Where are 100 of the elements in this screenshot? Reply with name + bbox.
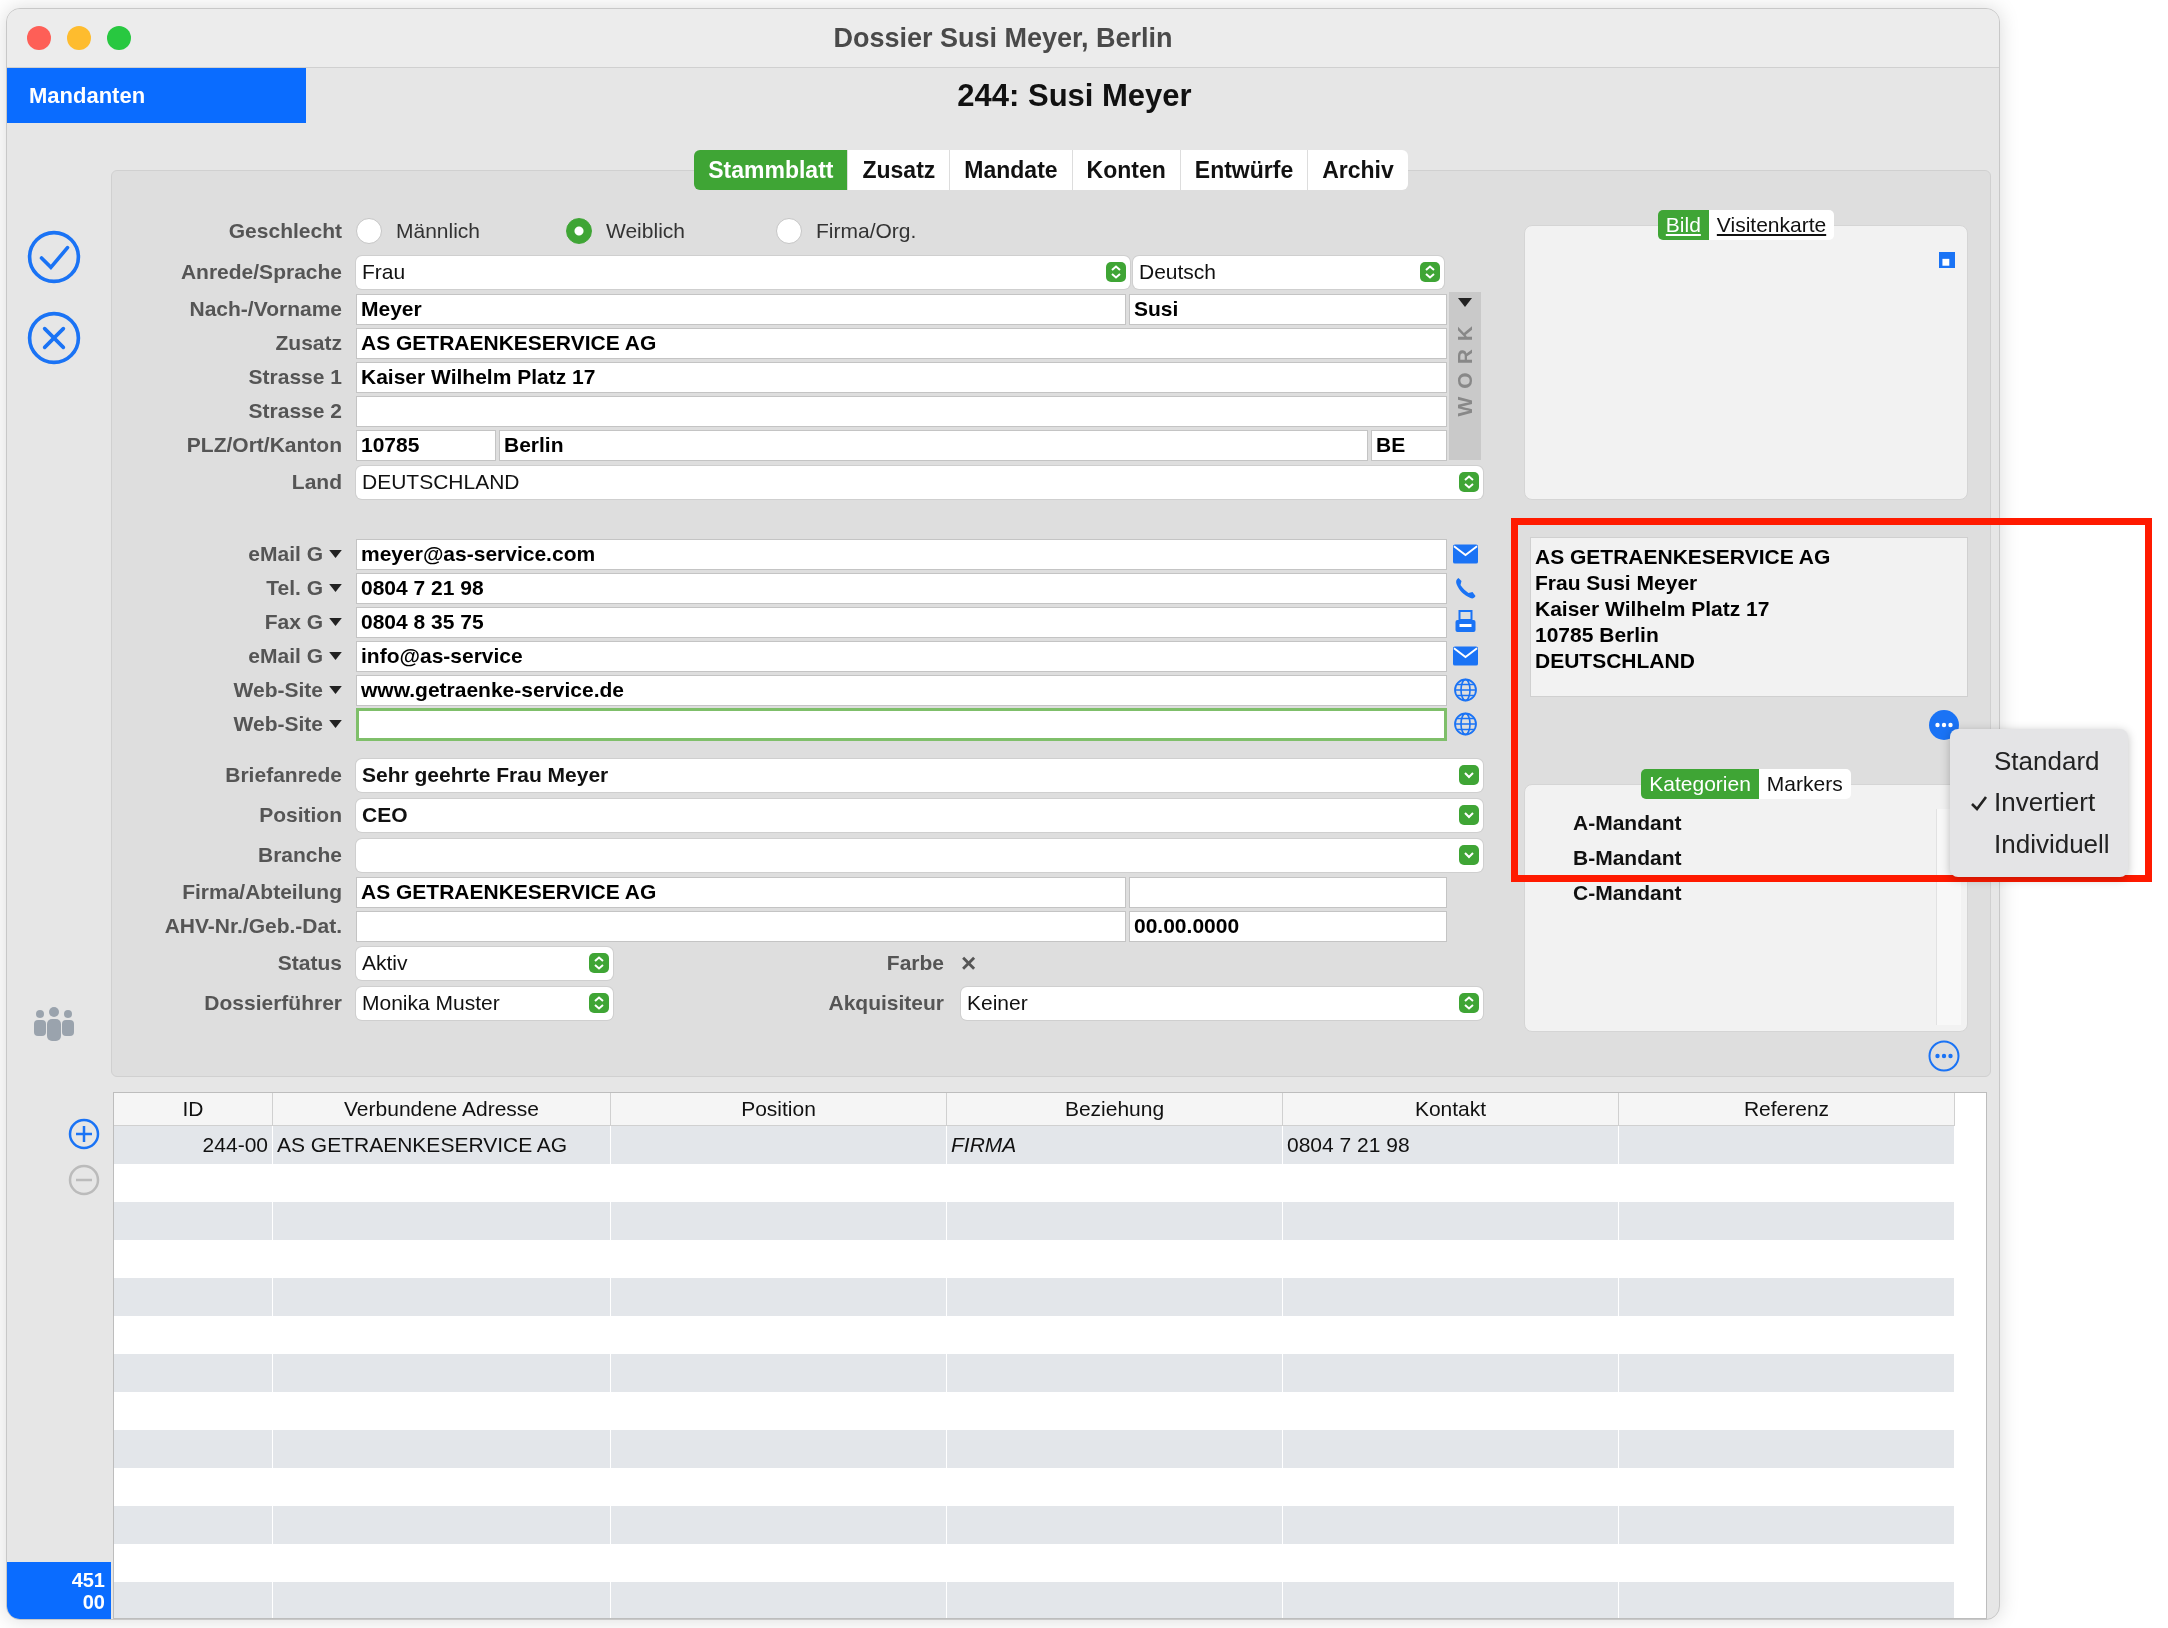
cancel-icon[interactable] — [27, 311, 81, 365]
dropdown-caret-icon[interactable] — [329, 651, 342, 661]
chevron-down-icon — [1459, 765, 1479, 785]
select-field[interactable]: CEO — [356, 798, 1483, 832]
select-field[interactable]: Sehr geehrte Frau Meyer — [356, 758, 1483, 792]
dropdown-caret-icon[interactable] — [329, 685, 342, 695]
column-header[interactable]: Beziehung — [947, 1093, 1283, 1125]
select-field[interactable]: DEUTSCHLAND — [356, 465, 1483, 499]
counter-text: 00 — [82, 1590, 105, 1613]
field-label: Land — [290, 469, 343, 495]
table-cell: FIRMA — [951, 1133, 1017, 1157]
mail-icon[interactable] — [1452, 644, 1478, 668]
globe-icon[interactable] — [1452, 712, 1478, 736]
tab[interactable]: Mandate — [950, 150, 1073, 190]
tab[interactable]: Entwürfe — [1180, 150, 1309, 190]
column-header[interactable]: Referenz — [1619, 1093, 1955, 1125]
category-item[interactable]: C-Mandant — [1573, 881, 1967, 905]
radio-label: Männlich — [396, 219, 481, 243]
stepper-icon — [1106, 262, 1126, 282]
field-label: Branche — [256, 842, 343, 868]
radio-button[interactable] — [356, 218, 382, 244]
column-header[interactable]: ID — [114, 1093, 273, 1125]
field-label: Status — [276, 950, 343, 976]
select-field[interactable]: Aktiv — [356, 946, 613, 980]
record-heading: 244: Susi Meyer — [957, 77, 1192, 114]
column-header[interactable]: Verbundene Adresse — [273, 1093, 611, 1125]
text-field[interactable] — [356, 910, 1126, 942]
text-field[interactable]: 10785 — [356, 429, 496, 461]
close-button[interactable] — [27, 26, 51, 50]
dropdown-caret-icon[interactable] — [329, 583, 342, 593]
column-header[interactable]: Position — [611, 1093, 947, 1125]
text-field[interactable]: 0804 7 21 98 — [356, 572, 1447, 604]
window-title: Dossier Susi Meyer, Berlin — [833, 22, 1173, 54]
table-cell: AS GETRAENKESERVICE AG — [277, 1133, 568, 1157]
field-label: Dossierführer — [203, 990, 343, 1016]
add-icon[interactable] — [68, 1118, 100, 1150]
zoom-button[interactable] — [107, 26, 131, 50]
mail-icon[interactable] — [1452, 542, 1478, 566]
globe-icon[interactable] — [1452, 678, 1478, 702]
clear-color-button[interactable]: × — [961, 947, 977, 979]
field-label: Farbe — [885, 951, 945, 975]
select-field[interactable]: Keiner — [961, 986, 1483, 1020]
text-field[interactable]: Meyer — [356, 293, 1126, 325]
radio-label: Firma/Org. — [816, 219, 917, 243]
radio-button[interactable] — [566, 218, 592, 244]
more-icon[interactable] — [1928, 1040, 1960, 1072]
table-row[interactable]: 244-00 AS GETRAENKESERVICE AG FIRMA 0804 7 21 98 — [114, 1126, 1955, 1164]
chevron-down-icon — [1459, 845, 1479, 865]
select-field[interactable]: Deutsch — [1133, 255, 1444, 289]
text-field[interactable]: AS GETRAENKESERVICE AG — [356, 327, 1447, 359]
text-field[interactable]: Susi — [1129, 293, 1447, 325]
text-field[interactable]: 0804 8 35 75 — [356, 606, 1447, 638]
more-icon[interactable] — [1928, 709, 1960, 741]
dropdown-caret-icon[interactable] — [1458, 298, 1472, 308]
counter-text: 451 — [71, 1568, 105, 1591]
table-cell: 244-00 — [202, 1133, 268, 1157]
stepper-icon — [1459, 472, 1479, 492]
text-field[interactable]: www.getraenke-service.de — [356, 674, 1447, 706]
select-field[interactable] — [356, 838, 1483, 872]
address-line: AS GETRAENKESERVICE AG — [1535, 544, 1832, 570]
field-label: Web-Site — [233, 712, 323, 736]
square-icon[interactable] — [1939, 252, 1955, 268]
stepper-icon — [1459, 993, 1479, 1013]
text-field[interactable] — [356, 395, 1447, 427]
section-tab[interactable]: Mandanten — [7, 68, 306, 123]
text-field[interactable]: info@as-service — [356, 640, 1447, 672]
text-field[interactable]: AS GETRAENKESERVICE AG — [356, 876, 1126, 908]
stepper-icon — [589, 953, 609, 973]
text-field[interactable]: BE — [1371, 429, 1447, 461]
segment-tab[interactable]: Visitenkarte — [1708, 210, 1835, 240]
field-label: Web-Site — [233, 678, 323, 702]
confirm-icon[interactable] — [27, 230, 81, 284]
menu-item[interactable]: Individuell — [1950, 823, 2128, 865]
address-line: DEUTSCHLAND — [1535, 648, 1696, 674]
address-line: Frau Susi Meyer — [1535, 570, 1699, 596]
text-field[interactable] — [1129, 876, 1447, 908]
field-label: PLZ/Ort/Kanton — [185, 432, 343, 458]
radio-button[interactable] — [776, 218, 802, 244]
stepper-icon — [1420, 262, 1440, 282]
tab[interactable]: Konten — [1072, 150, 1181, 190]
menu-item[interactable]: Standard — [1950, 741, 2128, 783]
text-field[interactable] — [356, 707, 1447, 741]
menu-item[interactable]: Invertiert — [1950, 782, 2128, 824]
text-field[interactable]: 00.00.0000 — [1129, 910, 1447, 942]
text-field[interactable]: Berlin — [499, 429, 1368, 461]
text-field[interactable]: Kaiser Wilhelm Platz 17 — [356, 361, 1447, 393]
tab[interactable]: Archiv — [1308, 150, 1408, 190]
field-label: AHV-Nr./Geb.-Dat. — [163, 913, 343, 939]
chevron-down-icon — [1459, 805, 1479, 825]
text-field[interactable]: meyer@as-service.com — [356, 538, 1447, 570]
dropdown-caret-icon[interactable] — [329, 719, 342, 729]
dropdown-caret-icon[interactable] — [329, 549, 342, 559]
select-field[interactable]: Frau — [356, 255, 1130, 289]
field-label: Geschlecht — [227, 218, 343, 244]
field-label: Briefanrede — [224, 762, 343, 788]
tab[interactable]: Zusatz — [848, 150, 951, 190]
column-header[interactable]: Kontakt — [1283, 1093, 1619, 1125]
segment-tab[interactable]: Markers — [1758, 769, 1851, 799]
dropdown-caret-icon[interactable] — [329, 617, 342, 627]
select-field[interactable]: Monika Muster — [356, 986, 613, 1020]
